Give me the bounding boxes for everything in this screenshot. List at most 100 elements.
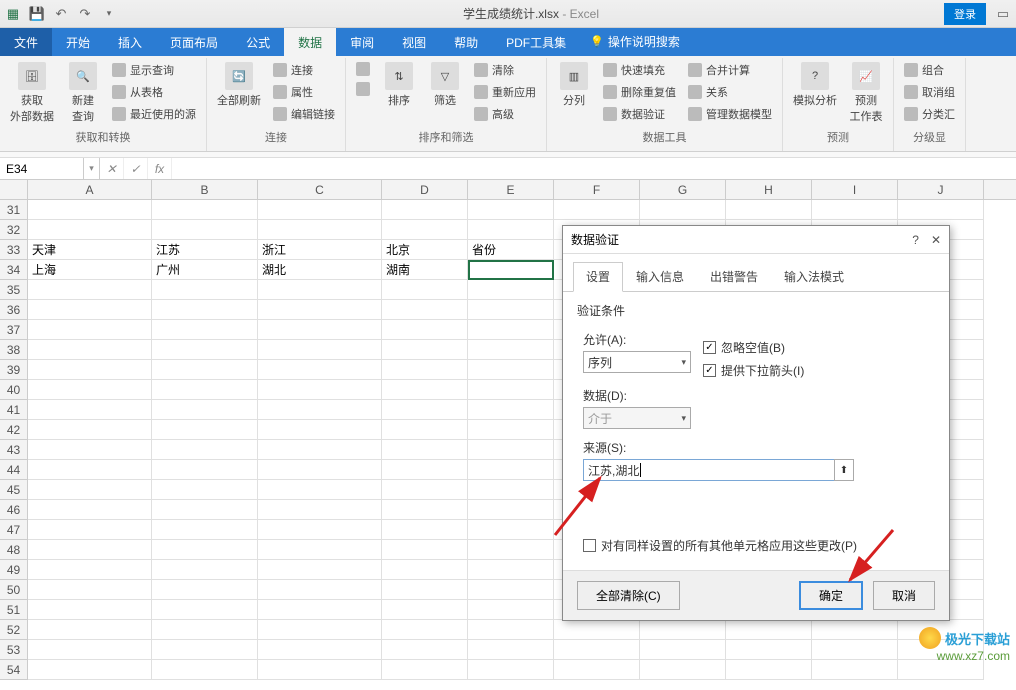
new-query-button[interactable]: 🔍新建 查询 <box>62 60 104 127</box>
cell[interactable] <box>28 620 152 640</box>
sort-za-button[interactable] <box>352 80 374 98</box>
connections-button[interactable]: 连接 <box>269 60 339 80</box>
name-box[interactable]: E34 <box>0 158 84 179</box>
cell[interactable] <box>468 620 554 640</box>
cell[interactable] <box>258 600 382 620</box>
cell[interactable]: 省份 <box>468 240 554 260</box>
row-header[interactable]: 31 <box>0 200 28 220</box>
cell[interactable] <box>152 560 258 580</box>
flash-fill-button[interactable]: 快速填充 <box>599 60 680 80</box>
show-queries-button[interactable]: 显示查询 <box>108 60 200 80</box>
apply-all-checkbox[interactable]: 对有同样设置的所有其他单元格应用这些更改(P) <box>583 537 935 554</box>
cell[interactable] <box>28 420 152 440</box>
cell[interactable]: 湖北 <box>258 260 382 280</box>
tab-pdf[interactable]: PDF工具集 <box>492 28 580 56</box>
col-header[interactable]: A <box>28 180 152 199</box>
cell[interactable] <box>382 360 468 380</box>
cell[interactable] <box>28 200 152 220</box>
tab-data[interactable]: 数据 <box>284 28 336 56</box>
forecast-button[interactable]: 📈预测 工作表 <box>845 60 887 127</box>
cell[interactable] <box>258 580 382 600</box>
text-to-columns-button[interactable]: ▥分列 <box>553 60 595 127</box>
cell[interactable] <box>468 200 554 220</box>
row-header[interactable]: 39 <box>0 360 28 380</box>
cell[interactable] <box>382 440 468 460</box>
cell[interactable] <box>468 400 554 420</box>
tell-me-search[interactable]: 操作说明搜索 <box>580 27 690 56</box>
cell[interactable] <box>554 640 640 660</box>
cell[interactable]: 浙江 <box>258 240 382 260</box>
filter-button[interactable]: ▽筛选 <box>424 60 466 127</box>
cell[interactable] <box>258 420 382 440</box>
tab-input-message[interactable]: 输入信息 <box>623 262 697 291</box>
row-header[interactable]: 46 <box>0 500 28 520</box>
cell[interactable] <box>152 420 258 440</box>
cell[interactable] <box>554 620 640 640</box>
tab-insert[interactable]: 插入 <box>104 28 156 56</box>
row-header[interactable]: 51 <box>0 600 28 620</box>
cell[interactable] <box>28 220 152 240</box>
cell[interactable] <box>152 540 258 560</box>
whatif-button[interactable]: ?模拟分析 <box>789 60 841 127</box>
cell[interactable] <box>382 340 468 360</box>
cell[interactable] <box>468 660 554 680</box>
reapply-button[interactable]: 重新应用 <box>470 82 540 102</box>
cell[interactable] <box>382 320 468 340</box>
cell[interactable] <box>812 660 898 680</box>
cell[interactable] <box>468 520 554 540</box>
tab-formulas[interactable]: 公式 <box>232 28 284 56</box>
save-icon[interactable]: 💾 <box>28 5 46 23</box>
ok-button[interactable]: 确定 <box>799 581 863 610</box>
cell[interactable] <box>382 280 468 300</box>
undo-icon[interactable]: ↶ <box>52 5 70 23</box>
cell[interactable] <box>28 320 152 340</box>
cell[interactable] <box>382 220 468 240</box>
cell[interactable] <box>258 500 382 520</box>
cell[interactable] <box>152 620 258 640</box>
consolidate-button[interactable]: 合并计算 <box>684 60 776 80</box>
cell[interactable] <box>382 600 468 620</box>
cell[interactable] <box>28 400 152 420</box>
properties-button[interactable]: 属性 <box>269 82 339 102</box>
cell[interactable] <box>898 660 984 680</box>
ungroup-button[interactable]: 取消组 <box>900 82 959 102</box>
cell[interactable] <box>152 340 258 360</box>
cell[interactable] <box>258 360 382 380</box>
row-header[interactable]: 50 <box>0 580 28 600</box>
data-validation-button[interactable]: 数据验证 <box>599 104 680 124</box>
cell[interactable] <box>726 640 812 660</box>
cell[interactable] <box>640 640 726 660</box>
cell[interactable] <box>382 300 468 320</box>
cell[interactable] <box>258 200 382 220</box>
cell[interactable] <box>382 660 468 680</box>
cell[interactable] <box>640 660 726 680</box>
cell[interactable] <box>258 340 382 360</box>
cell[interactable] <box>28 380 152 400</box>
cell[interactable] <box>382 380 468 400</box>
cell[interactable] <box>28 600 152 620</box>
close-icon[interactable]: ✕ <box>931 233 941 247</box>
tab-view[interactable]: 视图 <box>388 28 440 56</box>
tab-error-alert[interactable]: 出错警告 <box>697 262 771 291</box>
enter-formula-icon[interactable]: ✓ <box>124 158 148 179</box>
recent-sources-button[interactable]: 最近使用的源 <box>108 104 200 124</box>
row-header[interactable]: 33 <box>0 240 28 260</box>
cell[interactable] <box>468 260 554 280</box>
source-input[interactable]: 江苏,湖北 <box>583 459 835 481</box>
cell[interactable] <box>468 280 554 300</box>
cell[interactable] <box>28 560 152 580</box>
cell[interactable] <box>468 500 554 520</box>
cell[interactable] <box>382 640 468 660</box>
cell[interactable] <box>258 400 382 420</box>
cell[interactable] <box>28 640 152 660</box>
cell[interactable] <box>726 620 812 640</box>
cell[interactable] <box>28 280 152 300</box>
cell[interactable] <box>468 320 554 340</box>
cell[interactable] <box>468 480 554 500</box>
cell[interactable] <box>152 480 258 500</box>
cell[interactable] <box>28 300 152 320</box>
clear-filter-button[interactable]: 清除 <box>470 60 540 80</box>
cell[interactable] <box>28 540 152 560</box>
fx-icon[interactable]: fx <box>148 158 172 179</box>
cell[interactable] <box>382 540 468 560</box>
